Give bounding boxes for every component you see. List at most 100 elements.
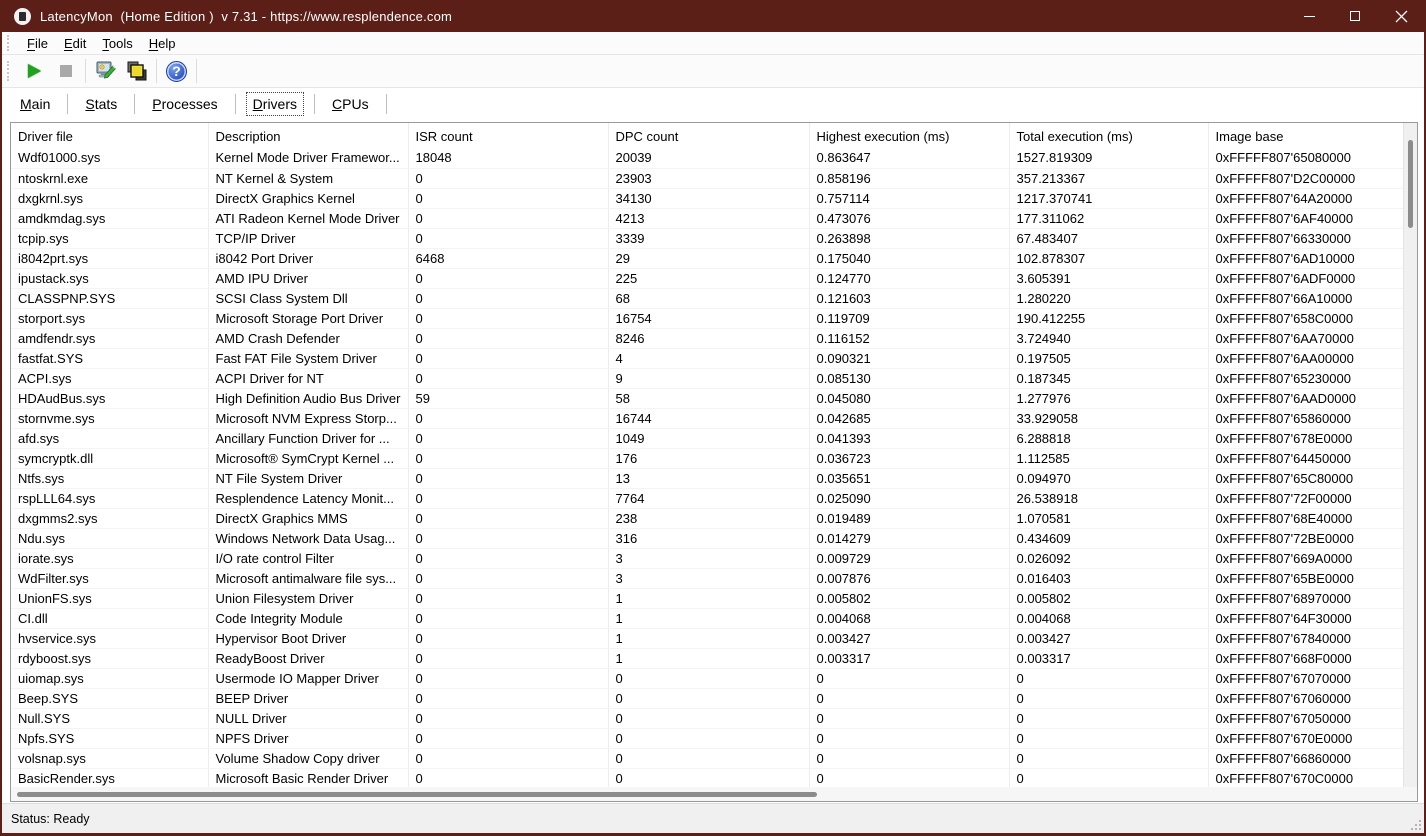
cell-highest-execution: 0.003317 bbox=[809, 648, 1009, 668]
table-row[interactable]: amdkmdag.sysATI Radeon Kernel Mode Drive… bbox=[11, 208, 1403, 228]
menubar-gripper[interactable] bbox=[7, 35, 11, 51]
cell-dpc-count: 1049 bbox=[608, 428, 809, 448]
cell-driver-file: Beep.SYS bbox=[11, 688, 208, 708]
table-row[interactable]: symcryptk.dllMicrosoft® SymCrypt Kernel … bbox=[11, 448, 1403, 468]
cell-image-base: 0xFFFFF807'65C80000 bbox=[1208, 468, 1403, 488]
column-header-driver-file[interactable]: Driver file bbox=[11, 123, 208, 148]
cell-dpc-count: 29 bbox=[608, 248, 809, 268]
table-row[interactable]: Wdf01000.sysKernel Mode Driver Framewor.… bbox=[11, 148, 1403, 168]
window-controls bbox=[1286, 0, 1424, 32]
table-row[interactable]: rdyboost.sysReadyBoost Driver010.0033170… bbox=[11, 648, 1403, 668]
cell-dpc-count: 0 bbox=[608, 668, 809, 688]
table-row[interactable]: dxgmms2.sysDirectX Graphics MMS02380.019… bbox=[11, 508, 1403, 528]
table-row[interactable]: Npfs.SYSNPFS Driver00000xFFFFF807'670E00… bbox=[11, 728, 1403, 748]
table-row[interactable]: CI.dllCode Integrity Module010.0040680.0… bbox=[11, 608, 1403, 628]
cell-image-base: 0xFFFFF807'6AF40000 bbox=[1208, 208, 1403, 228]
cell-highest-execution: 0 bbox=[809, 688, 1009, 708]
table-row[interactable]: rspLLL64.sysResplendence Latency Monit..… bbox=[11, 488, 1403, 508]
table-row[interactable]: HDAudBus.sysHigh Definition Audio Bus Dr… bbox=[11, 388, 1403, 408]
table-row[interactable]: i8042prt.sysi8042 Port Driver6468290.175… bbox=[11, 248, 1403, 268]
tab-processes[interactable]: Processes bbox=[146, 93, 223, 115]
menu-help[interactable]: Help bbox=[141, 34, 184, 53]
table-row[interactable]: hvservice.sysHypervisor Boot Driver010.0… bbox=[11, 628, 1403, 648]
cell-isr-count: 0 bbox=[408, 468, 608, 488]
toolbar-gripper[interactable] bbox=[7, 61, 11, 81]
vertical-scrollbar[interactable] bbox=[1403, 123, 1417, 787]
table-row[interactable]: ipustack.sysAMD IPU Driver02250.1247703.… bbox=[11, 268, 1403, 288]
horizontal-scrollbar-thumb[interactable] bbox=[17, 792, 817, 797]
cell-isr-count: 0 bbox=[408, 328, 608, 348]
table-row[interactable]: amdfendr.sysAMD Crash Defender082460.116… bbox=[11, 328, 1403, 348]
column-header-highest-execution[interactable]: Highest execution (ms) bbox=[809, 123, 1009, 148]
maximize-button[interactable] bbox=[1332, 0, 1378, 32]
tab-stats[interactable]: Stats bbox=[79, 93, 123, 115]
cell-dpc-count: 23903 bbox=[608, 168, 809, 188]
table-row[interactable]: uiomap.sysUsermode IO Mapper Driver00000… bbox=[11, 668, 1403, 688]
cell-highest-execution: 0.025090 bbox=[809, 488, 1009, 508]
table-row[interactable]: WdFilter.sysMicrosoft antimalware file s… bbox=[11, 568, 1403, 588]
table-row[interactable]: volsnap.sysVolume Shadow Copy driver0000… bbox=[11, 748, 1403, 768]
cell-dpc-count: 176 bbox=[608, 448, 809, 468]
cell-isr-count: 0 bbox=[408, 408, 608, 428]
table-row[interactable]: storport.sysMicrosoft Storage Port Drive… bbox=[11, 308, 1403, 328]
cell-dpc-count: 9 bbox=[608, 368, 809, 388]
horizontal-scrollbar[interactable] bbox=[11, 787, 1417, 801]
menu-edit[interactable]: Edit bbox=[56, 34, 94, 53]
cell-dpc-count: 1 bbox=[608, 588, 809, 608]
cell-driver-file: hvservice.sys bbox=[11, 628, 208, 648]
help-button[interactable]: ? bbox=[161, 58, 192, 85]
table-body: Wdf01000.sysKernel Mode Driver Framewor.… bbox=[11, 148, 1403, 787]
menu-file[interactable]: File bbox=[19, 34, 56, 53]
table-row[interactable]: Ntfs.sysNT File System Driver0130.035651… bbox=[11, 468, 1403, 488]
table-row[interactable]: iorate.sysI/O rate control Filter030.009… bbox=[11, 548, 1403, 568]
table-row[interactable]: afd.sysAncillary Function Driver for ...… bbox=[11, 428, 1403, 448]
table-row[interactable]: ntoskrnl.exeNT Kernel & System0239030.85… bbox=[11, 168, 1403, 188]
column-header-dpc-count[interactable]: DPC count bbox=[608, 123, 809, 148]
drivers-table: Driver fileDescriptionISR countDPC count… bbox=[11, 123, 1403, 787]
tab-main[interactable]: Main bbox=[14, 93, 56, 115]
cell-image-base: 0xFFFFF807'66330000 bbox=[1208, 228, 1403, 248]
cell-total-execution: 1217.370741 bbox=[1009, 188, 1208, 208]
column-header-isr-count[interactable]: ISR count bbox=[408, 123, 608, 148]
table-row[interactable]: ACPI.sysACPI Driver for NT090.0851300.18… bbox=[11, 368, 1403, 388]
cell-isr-count: 0 bbox=[408, 488, 608, 508]
tab-cpus[interactable]: CPUs bbox=[326, 93, 375, 115]
start-monitor-button[interactable] bbox=[19, 58, 50, 85]
resize-grip-icon[interactable] bbox=[1411, 820, 1421, 830]
menu-tools[interactable]: Tools bbox=[94, 34, 140, 53]
minimize-button[interactable] bbox=[1286, 0, 1332, 32]
cell-image-base: 0xFFFFF807'6ADF0000 bbox=[1208, 268, 1403, 288]
column-header-image-base[interactable]: Image base bbox=[1208, 123, 1403, 148]
table-row[interactable]: BasicRender.sysMicrosoft Basic Render Dr… bbox=[11, 768, 1403, 787]
cell-description: ACPI Driver for NT bbox=[208, 368, 408, 388]
table-row[interactable]: stornvme.sysMicrosoft NVM Express Storp.… bbox=[11, 408, 1403, 428]
column-header-description[interactable]: Description bbox=[208, 123, 408, 148]
table-row[interactable]: dxgkrnl.sysDirectX Graphics Kernel034130… bbox=[11, 188, 1403, 208]
table-row[interactable]: tcpip.sysTCP/IP Driver033390.26389867.48… bbox=[11, 228, 1403, 248]
cell-driver-file: amdkmdag.sys bbox=[11, 208, 208, 228]
close-button[interactable] bbox=[1378, 0, 1424, 32]
cell-isr-count: 0 bbox=[408, 268, 608, 288]
options-button[interactable] bbox=[90, 58, 121, 85]
cell-image-base: 0xFFFFF807'67050000 bbox=[1208, 708, 1403, 728]
cell-highest-execution: 0.121603 bbox=[809, 288, 1009, 308]
stop-monitor-button[interactable] bbox=[50, 58, 81, 85]
report-button[interactable] bbox=[121, 58, 152, 85]
cell-isr-count: 0 bbox=[408, 608, 608, 628]
tab-drivers[interactable]: Drivers bbox=[247, 93, 303, 115]
cell-isr-count: 0 bbox=[408, 688, 608, 708]
table-row[interactable]: Beep.SYSBEEP Driver00000xFFFFF807'670600… bbox=[11, 688, 1403, 708]
table-row[interactable]: UnionFS.sysUnion Filesystem Driver010.00… bbox=[11, 588, 1403, 608]
cell-highest-execution: 0.035651 bbox=[809, 468, 1009, 488]
tab-separator bbox=[134, 94, 135, 114]
table-row[interactable]: fastfat.SYSFast FAT File System Driver04… bbox=[11, 348, 1403, 368]
cell-image-base: 0xFFFFF807'66860000 bbox=[1208, 748, 1403, 768]
column-header-total-execution[interactable]: Total execution (ms) bbox=[1009, 123, 1208, 148]
cell-image-base: 0xFFFFF807'67840000 bbox=[1208, 628, 1403, 648]
table-row[interactable]: CLASSPNP.SYSSCSI Class System Dll0680.12… bbox=[11, 288, 1403, 308]
cell-driver-file: i8042prt.sys bbox=[11, 248, 208, 268]
vertical-scrollbar-thumb[interactable] bbox=[1408, 140, 1413, 228]
table-row[interactable]: Null.SYSNULL Driver00000xFFFFF807'670500… bbox=[11, 708, 1403, 728]
table-row[interactable]: Ndu.sysWindows Network Data Usag...03160… bbox=[11, 528, 1403, 548]
play-icon bbox=[28, 64, 41, 78]
